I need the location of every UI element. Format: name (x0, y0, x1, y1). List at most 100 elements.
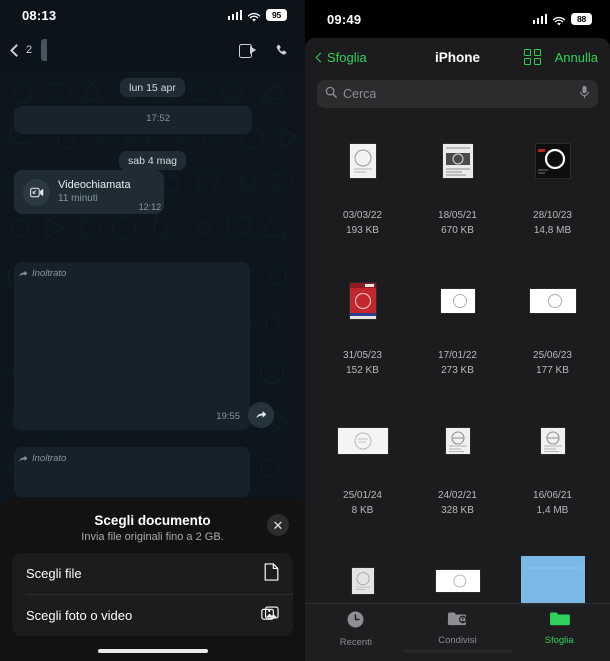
video-camera-icon[interactable] (239, 44, 256, 58)
status-indicators: 88 (532, 13, 592, 26)
battery-indicator: 95 (266, 9, 287, 21)
file-thumbnail-wrap (540, 410, 565, 472)
folder-blue-thumbnail (520, 556, 585, 606)
tab-label: Recenti (339, 637, 372, 648)
choose-photo-video-row[interactable]: Scegli foto o video (12, 595, 293, 636)
back-to-browse-button[interactable]: Sfoglia (315, 49, 367, 65)
file-thumbnail-wrap (529, 270, 576, 332)
file-date: 16/06/21 (533, 490, 572, 501)
file-metadata: 28/10/23 14,8 MB (533, 208, 572, 238)
file-size: 1,4 MB (536, 505, 569, 516)
document-scan-portrait-thumbnail (349, 144, 376, 178)
page-title: iPhone (434, 49, 481, 65)
unread-count-badge: 2 (26, 44, 33, 56)
phone-icon[interactable] (274, 43, 289, 58)
files-tab-bar: Recenti Condivisi Sfoglia (305, 603, 610, 661)
cellular-bars-icon (227, 10, 242, 20)
tab-sfoglia[interactable]: Sfoglia (508, 610, 610, 646)
file-metadata: 31/05/23 152 KB (343, 348, 382, 378)
choose-file-row[interactable]: Scegli file (12, 553, 293, 594)
search-placeholder: Cerca (343, 87, 377, 101)
file-size: 152 KB (346, 365, 379, 376)
right-status-bar: 09:49 88 (305, 0, 610, 38)
file-metadata: 03/03/22 193 KB (343, 208, 382, 238)
file-grid-item[interactable]: 03/03/22 193 KB (315, 130, 410, 270)
file-grid[interactable]: 03/03/22 193 KB 18/05/21 670 KB 28/10/23 14,8… (305, 116, 610, 661)
left-status-bar: 08:13 95 (0, 0, 305, 30)
file-grid-item[interactable]: 16/06/21 1,4 MB (505, 410, 600, 550)
call-title: Videochiamata (58, 178, 131, 191)
blank-landscape-thumbnail (529, 289, 576, 313)
wifi-icon (552, 14, 566, 26)
document-picker-sheet: Scegli documento Invia file originali fi… (0, 498, 305, 661)
file-grid-item[interactable]: 28/10/23 14,8 MB (505, 130, 600, 270)
cancel-button[interactable]: Annulla (555, 50, 598, 65)
status-time: 08:13 (22, 7, 57, 23)
avatar[interactable] (41, 39, 48, 61)
message-time-1: 17:52 (146, 113, 170, 124)
file-thumbnail-wrap (442, 130, 473, 192)
choose-photo-video-label: Scegli foto o video (26, 608, 133, 623)
files-nav-actions: Annulla (524, 48, 598, 66)
file-size: 193 KB (346, 225, 379, 236)
file-grid-item[interactable]: 17/01/22 273 KB (410, 270, 505, 410)
sheet-subtitle: Invia file originali fino a 2 GB. (81, 531, 224, 543)
microphone-icon[interactable] (579, 85, 590, 104)
chat-header-left[interactable]: 2 (8, 39, 48, 61)
chat-header-actions (239, 43, 289, 58)
file-grid-item[interactable]: 24/02/21 328 KB (410, 410, 505, 550)
search-input[interactable]: Cerca (317, 80, 598, 108)
call-duration: 11 minuti (58, 192, 98, 204)
file-size: 8 KB (351, 505, 374, 516)
forwarded-label-1: Inoltrato (18, 268, 66, 279)
files-navigation-bar: Sfoglia iPhone Annulla (305, 38, 610, 76)
grid-view-icon[interactable] (524, 48, 541, 66)
dual-phone-screenshot: 08:13 95 2 lun 15 apr 17:52 sab 4 mag Vi… (0, 0, 610, 661)
file-grid-item[interactable]: 18/05/21 670 KB (410, 130, 505, 270)
file-grid-item[interactable]: 31/05/23 152 KB (315, 270, 410, 410)
red-poster-thumbnail (349, 283, 376, 319)
file-metadata: 25/01/24 8 KB (343, 488, 382, 518)
file-thumbnail-wrap (337, 410, 388, 472)
call-log-bubble[interactable]: Videochiamata 11 minuti 12:12 (14, 170, 164, 214)
file-thumbnail-wrap (535, 130, 570, 192)
file-date: 03/03/22 (343, 210, 382, 221)
chevron-left-icon (315, 52, 326, 62)
call-time: 12:12 (138, 202, 162, 212)
back-label: Sfoglia (327, 49, 367, 65)
forward-message-button[interactable] (248, 402, 274, 428)
file-thumbnail-wrap (445, 410, 470, 472)
call-log-text: Videochiamata 11 minuti (58, 179, 131, 205)
chat-header: 2 (0, 30, 305, 70)
file-date: 25/06/23 (533, 350, 572, 361)
file-thumbnail-wrap (440, 270, 475, 332)
file-size: 14,8 MB (533, 225, 572, 236)
shared-folder-icon (447, 610, 468, 632)
sheet-title: Scegli documento (94, 513, 211, 528)
file-date: 18/05/21 (438, 210, 477, 221)
sheet-options-list: Scegli file Scegli foto o video (12, 553, 293, 636)
file-date: 31/05/23 (343, 350, 382, 361)
file-metadata: 18/05/21 670 KB (438, 208, 477, 238)
file-grid-item[interactable]: 25/01/24 8 KB (315, 410, 410, 550)
close-icon[interactable]: ✕ (267, 514, 289, 536)
file-metadata: 24/02/21 328 KB (438, 488, 477, 518)
wifi-icon (247, 10, 261, 22)
folder-icon (549, 610, 570, 632)
date-separator-1: lun 15 apr (120, 78, 185, 97)
file-thumbnail-wrap (349, 130, 376, 192)
tab-recenti[interactable]: Recenti (305, 610, 407, 648)
search-icon (325, 85, 337, 103)
file-size: 328 KB (441, 505, 474, 516)
file-grid-item[interactable]: 25/06/23 177 KB (505, 270, 600, 410)
files-browser-sheet: Sfoglia iPhone Annulla Cerca 03/03/22 193… (305, 38, 610, 661)
file-date: 17/01/22 (438, 350, 477, 361)
clock-icon (346, 610, 365, 634)
file-metadata: 16/06/21 1,4 MB (533, 488, 572, 518)
tab-condivisi[interactable]: Condivisi (407, 610, 509, 646)
file-date: 28/10/23 (533, 210, 572, 221)
message-bubble-1[interactable]: 17:52 (14, 106, 252, 134)
forwarded-label-2: Inoltrato (18, 453, 66, 464)
media-message-bubble[interactable]: 19:55 (14, 262, 250, 430)
chevron-left-icon[interactable] (10, 43, 23, 57)
